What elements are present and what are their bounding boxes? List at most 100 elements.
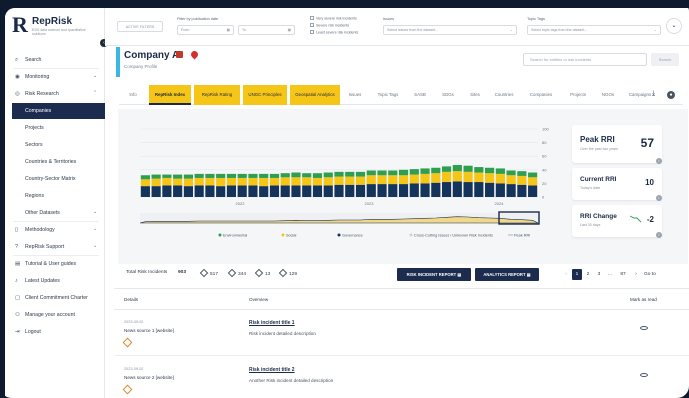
tab-sites[interactable]: Sites bbox=[463, 85, 487, 105]
logo[interactable]: R RepRisk ESG data science and quantitat… bbox=[12, 14, 98, 42]
next-page-button[interactable]: › bbox=[631, 269, 641, 280]
tab-info[interactable]: Info bbox=[121, 85, 145, 105]
tab-sasb[interactable]: SASB bbox=[408, 85, 432, 105]
sidebar-item-search[interactable]: ⌕ Search bbox=[5, 52, 105, 68]
eye-icon[interactable] bbox=[640, 326, 648, 330]
target-icon: ◎ bbox=[15, 91, 20, 97]
bar-environmental bbox=[194, 173, 204, 178]
bar-environmental bbox=[517, 171, 527, 176]
bar-social bbox=[517, 175, 527, 185]
issues-select[interactable]: Select issues from the dataset... ⌄ bbox=[383, 25, 517, 35]
bar-social bbox=[441, 171, 452, 183]
sidebar-item-regions[interactable]: Regions bbox=[5, 188, 105, 204]
rri-chart-panel: 0 20 40 60 80 100 2022 2023 2024 Environmental Soc… bbox=[118, 109, 688, 264]
col-details: Details bbox=[124, 297, 139, 302]
tab-reprisk-index[interactable]: RepRisk Index bbox=[149, 85, 191, 105]
analytics-report-button[interactable]: ANALYTICS REPORT ▤ bbox=[475, 268, 539, 281]
bar-environmental bbox=[323, 172, 333, 178]
sidebar-item-monitoring[interactable]: ◉ Monitoring ⌄ bbox=[5, 69, 105, 85]
info-icon[interactable]: i bbox=[656, 195, 662, 201]
bar-environmental bbox=[183, 174, 193, 179]
sidebar-item-logout[interactable]: ⇥ Logout bbox=[5, 324, 105, 340]
check-least-severe[interactable]: Least severe risk incidents bbox=[310, 30, 358, 35]
from-placeholder: From bbox=[181, 28, 190, 32]
sidebar-item-label: Other Datasets bbox=[25, 210, 60, 216]
tab-countries[interactable]: Countries bbox=[490, 85, 518, 105]
to-date-input[interactable]: To ▦ bbox=[238, 25, 295, 35]
table-row[interactable]: 2023-09-02 News source 2 [website] Risk … bbox=[114, 357, 689, 398]
sidebar-item-sectors[interactable]: Sectors bbox=[5, 137, 105, 153]
sidebar-item-companies[interactable]: Companies bbox=[12, 103, 105, 119]
tab-geospatial-analytics[interactable]: Geospatial Analytics bbox=[290, 85, 340, 105]
page-1[interactable]: 1 bbox=[572, 269, 582, 280]
chevron-down-icon: ⌄ bbox=[93, 209, 98, 215]
sidebar-item-tutorial-user-guides[interactable]: ▤ Tutorial & User guides bbox=[5, 256, 105, 272]
more-options-icon[interactable]: ● bbox=[667, 91, 675, 99]
bar-governance bbox=[463, 182, 473, 197]
incident-source[interactable]: News source 2 [website] bbox=[124, 375, 174, 380]
sidebar-item-methodology[interactable]: ▯ Methodology ⌄ bbox=[5, 222, 105, 238]
button-label: ANALYTICS REPORT bbox=[483, 272, 526, 277]
sidebar-item-label: Methodology bbox=[25, 227, 55, 233]
download-icon[interactable]: ⤓ bbox=[652, 90, 655, 98]
tab-issues[interactable]: Issues bbox=[342, 85, 368, 105]
location-pin-icon[interactable] bbox=[189, 49, 200, 60]
info-icon[interactable]: i bbox=[656, 232, 662, 238]
tab-ngos[interactable]: NGOs bbox=[596, 85, 620, 105]
incident-title-link[interactable]: Risk incident title 2 bbox=[249, 367, 295, 373]
sidebar-item-client-commitment-charter[interactable]: ▢ Client Commitment Charter bbox=[5, 290, 105, 306]
risk-incident-report-button[interactable]: RISK INCIDENT REPORT ▤ bbox=[397, 268, 471, 281]
from-date-input[interactable]: From ▦ bbox=[177, 25, 234, 35]
rri-change-card: RRI Change Last 30 days -2 bbox=[572, 205, 662, 237]
sidebar-item-manage-your-account[interactable]: ⚇ Manage your account bbox=[5, 307, 105, 323]
prev-page-button[interactable]: ‹ bbox=[561, 269, 571, 280]
tab-projects[interactable]: Projects bbox=[564, 85, 592, 105]
table-row[interactable]: 2023-09-02 News source 1 [website] Risk … bbox=[114, 310, 689, 356]
tab-companies[interactable]: Companies bbox=[522, 85, 560, 105]
topic-tags-select[interactable]: Select topic tags from the dataset... ⌄ bbox=[527, 25, 661, 35]
bar-governance bbox=[140, 186, 150, 197]
count-value: 517 bbox=[210, 272, 219, 277]
rri-chart: 0 20 40 60 80 100 2022 2023 2024 Environmental Soc… bbox=[139, 127, 549, 238]
bar-environmental bbox=[237, 173, 247, 178]
check-severe[interactable]: Severe risk incidents bbox=[310, 23, 349, 28]
y-tick-label: 100 bbox=[542, 127, 549, 132]
eye-icon[interactable] bbox=[640, 373, 648, 377]
sidebar-item-country-sector-matrix[interactable]: Country-Sector Matrix bbox=[5, 171, 105, 187]
incident-source[interactable]: News source 1 [website] bbox=[124, 328, 174, 333]
bar-social bbox=[248, 177, 258, 186]
sidebar-item-risk-research[interactable]: ◎ Risk Research ⌃ bbox=[5, 86, 105, 102]
entity-search-input[interactable]: Search for entities or risk incidents bbox=[523, 53, 647, 66]
page-last[interactable]: 87 bbox=[618, 269, 628, 280]
sidebar-item-latest-updates[interactable]: ♪ Latest Updates bbox=[5, 273, 105, 289]
tab-reprisk-rating[interactable]: RepRisk Rating bbox=[194, 85, 240, 105]
info-icon[interactable]: i bbox=[656, 158, 662, 164]
tab-sdgs[interactable]: SDGs bbox=[436, 85, 460, 105]
goto-page[interactable]: Go to bbox=[644, 269, 656, 280]
issues-label: Issues bbox=[383, 17, 394, 21]
bar-governance bbox=[377, 184, 387, 197]
page-2[interactable]: 2 bbox=[583, 269, 593, 280]
tab-ungc-principles[interactable]: UNGC Principles bbox=[243, 85, 287, 105]
sidebar-item-projects[interactable]: Projects bbox=[5, 120, 105, 136]
page-3[interactable]: 3 bbox=[594, 269, 604, 280]
sidebar-item-label: Risk Research bbox=[25, 91, 59, 97]
chevron-up-icon: ⌃ bbox=[93, 90, 98, 96]
tab-topic-tags[interactable]: Topic Tags bbox=[371, 85, 405, 105]
sidebar-item-label: Projects bbox=[25, 125, 44, 131]
check-very-severe[interactable]: Very severe risk incidents bbox=[310, 16, 357, 21]
search-button[interactable]: Search bbox=[651, 53, 679, 66]
bar-governance bbox=[420, 183, 430, 197]
incident-title-link[interactable]: Risk incident title 1 bbox=[249, 320, 295, 326]
sidebar-item-countries-territories[interactable]: Countries & Territories bbox=[5, 154, 105, 170]
chevron-down-icon: ⌄ bbox=[93, 73, 98, 79]
sidebar-item-other-datasets[interactable]: Other Datasets ⌄ bbox=[5, 205, 105, 221]
expand-filters-button[interactable]: ⌄ bbox=[666, 18, 682, 34]
bar-environmental bbox=[452, 165, 462, 172]
sidebar-item-label: Search bbox=[25, 57, 42, 63]
active-filters-button[interactable]: ACTIVE FILTERS bbox=[117, 21, 163, 32]
sidebar-item-label: Country-Sector Matrix bbox=[25, 176, 76, 182]
flag-icon[interactable] bbox=[176, 51, 183, 58]
sidebar-item-reprisk-support[interactable]: ? RepRisk Support ⌄ bbox=[5, 239, 105, 255]
bar-environmental bbox=[280, 173, 290, 178]
